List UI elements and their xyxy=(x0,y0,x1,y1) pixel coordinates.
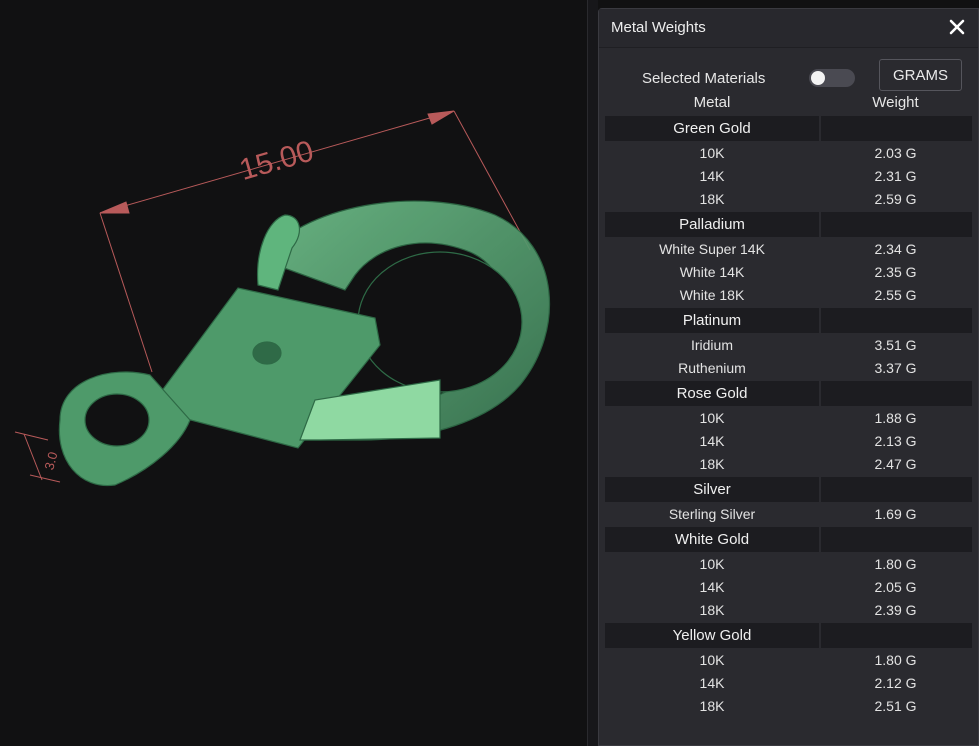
group-header-row: Silver xyxy=(605,477,972,502)
table-row: Sterling Silver 1.69 G xyxy=(605,503,972,526)
table-row: 18K 2.59 G xyxy=(605,188,972,211)
table-row: Iridium 3.51 G xyxy=(605,334,972,357)
metal-cell: 10K xyxy=(699,556,725,572)
table-row: White 18K 2.55 G xyxy=(605,284,972,307)
metal-cell: 18K xyxy=(699,456,725,472)
panel-divider[interactable] xyxy=(587,0,598,746)
panel-header: Metal Weights xyxy=(599,9,978,48)
table-row: 10K 1.80 G xyxy=(605,553,972,576)
table-row: 18K 2.39 G xyxy=(605,599,972,622)
metal-cell: White 18K xyxy=(679,287,745,303)
weight-cell: 2.59 G xyxy=(874,191,917,207)
table-row: 18K 2.47 G xyxy=(605,453,972,476)
column-header-weight: Weight xyxy=(872,94,919,111)
metal-cell: 14K xyxy=(699,168,725,184)
metal-cell: 10K xyxy=(699,652,725,668)
weight-cell: 2.51 G xyxy=(874,698,917,714)
table-row: 14K 2.31 G xyxy=(605,165,972,188)
table-row: 14K 2.05 G xyxy=(605,576,972,599)
weight-cell: 2.34 G xyxy=(874,241,917,257)
table-row: 10K 2.03 G xyxy=(605,142,972,165)
weight-cell: 1.80 G xyxy=(874,556,917,572)
group-name: White Gold xyxy=(605,527,819,552)
metal-cell: Sterling Silver xyxy=(668,506,756,522)
group-header-row: White Gold xyxy=(605,527,972,552)
metal-weights-panel: Metal Weights Selected Materials GRAMS M… xyxy=(598,8,979,746)
group-weight-cell xyxy=(821,116,972,141)
group-header-row: Yellow Gold xyxy=(605,623,972,648)
weight-cell: 2.55 G xyxy=(874,287,917,303)
table-body: Green Gold 10K 2.03 G 14K 2.31 G 18K 2.59 G Pal… xyxy=(605,116,972,718)
group-header-row: Palladium xyxy=(605,212,972,237)
selected-materials-toggle[interactable] xyxy=(809,69,855,87)
group-name: Rose Gold xyxy=(605,381,819,406)
weight-cell: 2.05 G xyxy=(874,579,917,595)
group-header-row: Green Gold xyxy=(605,116,972,141)
clasp-model-render: 15.00 3.0 xyxy=(14,110,551,487)
weight-cell: 1.80 G xyxy=(874,652,917,668)
table-row: 10K 1.88 G xyxy=(605,407,972,430)
metal-cell: 14K xyxy=(699,675,725,691)
metal-cell: White 14K xyxy=(679,264,745,280)
clasp-body xyxy=(58,200,551,487)
dimension-side-label: 3.0 xyxy=(41,450,60,471)
metal-cell: 18K xyxy=(699,698,725,714)
group-weight-cell xyxy=(821,212,972,237)
table-header: Metal Weight xyxy=(605,94,972,115)
table-row: 14K 2.13 G xyxy=(605,430,972,453)
weights-table: Metal Weight Green Gold 10K 2.03 G 14K 2.31 … xyxy=(605,94,972,718)
group-weight-cell xyxy=(821,527,972,552)
group-name: Yellow Gold xyxy=(605,623,819,648)
3d-viewport[interactable]: 15.00 3.0 xyxy=(0,0,587,746)
metal-cell: 10K xyxy=(699,410,725,426)
table-row: 18K 2.51 G xyxy=(605,695,972,718)
table-row: White 14K 2.35 G xyxy=(605,261,972,284)
table-row: White Super 14K 2.34 G xyxy=(605,238,972,261)
units-button[interactable]: GRAMS xyxy=(879,59,962,91)
weight-cell: 2.47 G xyxy=(874,456,917,472)
weight-cell: 2.03 G xyxy=(874,145,917,161)
toggle-knob xyxy=(811,71,825,85)
group-name: Palladium xyxy=(605,212,819,237)
table-row: Ruthenium 3.37 G xyxy=(605,357,972,380)
group-weight-cell xyxy=(821,477,972,502)
metal-cell: 14K xyxy=(699,579,725,595)
metal-cell: 10K xyxy=(699,145,725,161)
weight-cell: 3.51 G xyxy=(874,337,917,353)
metal-cell: Iridium xyxy=(690,337,733,353)
metal-cell: White Super 14K xyxy=(659,241,765,257)
table-row: 14K 2.12 G xyxy=(605,672,972,695)
metal-cell: 14K xyxy=(699,433,725,449)
metal-cell: Ruthenium xyxy=(678,360,746,376)
group-header-row: Rose Gold xyxy=(605,381,972,406)
group-name: Green Gold xyxy=(605,116,819,141)
weight-cell: 1.69 G xyxy=(874,506,917,522)
group-weight-cell xyxy=(821,308,972,333)
group-header-row: Platinum xyxy=(605,308,972,333)
panel-title: Metal Weights xyxy=(611,19,706,36)
group-weight-cell xyxy=(821,381,972,406)
weight-cell: 1.88 G xyxy=(874,410,917,426)
metal-cell: 18K xyxy=(699,191,725,207)
column-header-metal: Metal xyxy=(693,94,731,111)
panel-controls: Selected Materials GRAMS xyxy=(599,48,978,100)
table-row: 10K 1.80 G xyxy=(605,649,972,672)
weight-cell: 2.13 G xyxy=(874,433,917,449)
group-name: Platinum xyxy=(605,308,819,333)
close-button[interactable] xyxy=(944,13,970,41)
weight-cell: 2.12 G xyxy=(874,675,917,691)
weight-cell: 2.39 G xyxy=(874,602,917,618)
metal-cell: 18K xyxy=(699,602,725,618)
weight-cell: 3.37 G xyxy=(874,360,917,376)
group-name: Silver xyxy=(605,477,819,502)
selected-materials-label: Selected Materials xyxy=(642,70,766,87)
group-weight-cell xyxy=(821,623,972,648)
weight-cell: 2.31 G xyxy=(874,168,917,184)
weight-cell: 2.35 G xyxy=(874,264,917,280)
close-icon xyxy=(949,19,965,35)
dimension-main-label: 15.00 xyxy=(236,135,317,187)
